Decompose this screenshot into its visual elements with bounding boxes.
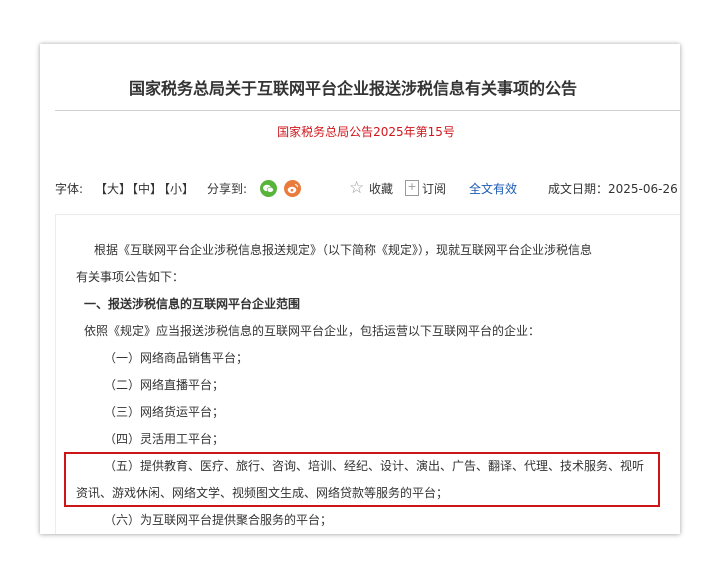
document-number: 国家税务总局公告2025年第15号 [277,125,455,139]
section-heading: 一、报送涉税信息的互联网平台企业范围 [84,297,301,311]
wechat-icon[interactable] [260,180,277,197]
favorite-button[interactable]: 收藏 [369,179,393,199]
list-item: （三）网络货运平台； [104,405,225,419]
highlight-annotation-box [64,452,660,507]
publish-date: 成文日期：2025-06-26 [548,182,678,196]
font-small-button[interactable]: 【小】 [158,179,194,199]
validity-link[interactable]: 全文有效 [469,179,517,199]
subscribe-icon[interactable]: + [405,180,419,196]
list-item: （六）为互联网平台提供聚合服务的平台； [104,513,333,527]
title-divider [55,110,680,111]
section-intro: 依照《规定》应当报送涉税信息的互联网平台企业，包括运营以下互联网平台的企业： [84,324,541,338]
content-left-border [55,214,56,534]
font-size-label: 字体: [55,182,84,196]
share-label: 分享到: [207,182,248,196]
subscribe-button[interactable]: 订阅 [422,179,446,199]
font-medium-button[interactable]: 【中】 [126,179,162,199]
list-item: （二）网络直播平台； [104,378,225,392]
intro-paragraph-line1: 根据《互联网平台企业涉税信息报送规定》（以下简称《规定》），现就互联网平台企业涉… [94,243,593,257]
article-title: 国家税务总局关于互联网平台企业报送涉税信息有关事项的公告 [128,79,577,98]
weibo-icon[interactable] [284,180,301,197]
list-item: （四）灵活用工平台； [104,432,225,446]
content-top-border [55,214,680,215]
list-item: （一）网络商品销售平台； [104,351,249,365]
intro-paragraph-line2: 有关事项公告如下： [76,270,185,284]
star-icon[interactable]: ☆ [349,178,364,198]
